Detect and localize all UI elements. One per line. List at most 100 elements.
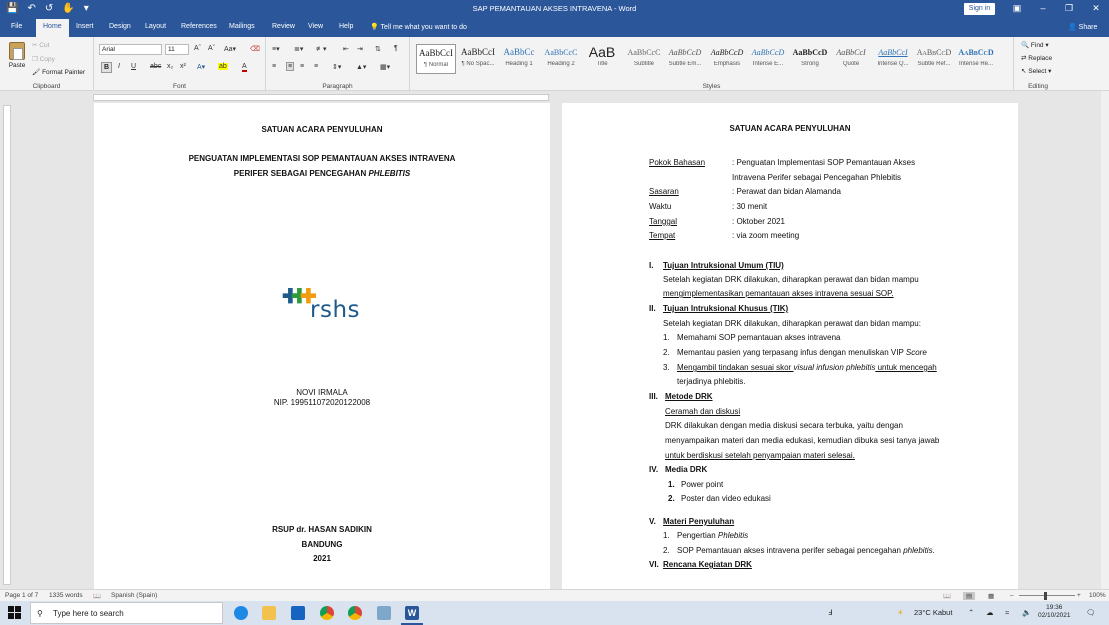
zoom-out-icon[interactable]: – xyxy=(1010,592,1014,599)
italic-icon[interactable]: I xyxy=(118,63,120,70)
wifi-icon[interactable]: ≈ xyxy=(1005,608,1009,617)
style-strong[interactable]: AaBbCcD Strong xyxy=(790,44,830,74)
tab-references[interactable]: References xyxy=(181,23,217,30)
format-painter-button[interactable]: 🖌 Format Painter xyxy=(32,68,85,76)
ribbon-display-icon[interactable]: ▣ xyxy=(1010,3,1024,14)
show-hidden-icons-icon[interactable]: ⌃ xyxy=(968,608,974,617)
web-layout-icon[interactable]: ▦ xyxy=(988,592,994,600)
weather-icon[interactable]: ☀ xyxy=(897,608,904,617)
notifications-icon[interactable]: 🗨 xyxy=(1086,608,1096,617)
style-intense-reference[interactable]: AaBbCcD Intense Re... xyxy=(956,44,996,74)
page-content[interactable]: SATUAN ACARA PENYULUHAN Pokok Bahasan : … xyxy=(562,103,1018,589)
tab-home[interactable]: Home xyxy=(36,19,69,37)
page-cover[interactable]: SATUAN ACARA PENYULUHAN PENGUATAN IMPLEM… xyxy=(94,103,550,589)
font-color-icon[interactable]: A xyxy=(242,63,247,72)
weather-status[interactable]: 23°C Kabut xyxy=(914,608,952,617)
tab-file[interactable]: File xyxy=(11,23,22,30)
tab-insert[interactable]: Insert xyxy=(76,23,94,30)
align-left-icon[interactable]: ≡ xyxy=(272,63,276,70)
increase-indent-icon[interactable]: ⇥ xyxy=(357,45,363,53)
print-layout-icon[interactable]: ▤ xyxy=(963,592,976,600)
horizontal-ruler[interactable] xyxy=(93,94,549,101)
style-intense-quote[interactable]: AaBbCcI Intense Q... xyxy=(873,44,913,74)
proofing-icon[interactable]: 📖 xyxy=(93,592,101,600)
page-count[interactable]: Page 1 of 7 xyxy=(5,592,38,599)
paste-button[interactable]: Paste xyxy=(6,42,28,69)
bullets-icon[interactable]: ≡▾ xyxy=(272,45,280,53)
show-marks-icon[interactable]: ¶ xyxy=(394,45,398,52)
style-quote[interactable]: AaBbCcI Quote xyxy=(831,44,871,74)
vertical-ruler[interactable] xyxy=(3,105,11,585)
clear-formatting-icon[interactable]: ⌫ xyxy=(250,45,260,53)
mail-icon[interactable] xyxy=(291,606,305,620)
align-center-icon[interactable]: ≡ xyxy=(286,62,295,71)
style-normal[interactable]: AaBbCcI ¶ Normal xyxy=(416,44,456,74)
language-status[interactable]: Spanish (Spain) xyxy=(111,592,157,599)
style-no-spacing[interactable]: AaBbCcI ¶ No Spac... xyxy=(458,44,498,74)
sign-in-button[interactable]: Sign in xyxy=(964,3,995,15)
font-name-box[interactable]: Arial xyxy=(99,44,162,55)
font-size-box[interactable]: 11 xyxy=(165,44,189,55)
pen-icon[interactable]: Ⅎ xyxy=(828,608,832,617)
change-case-icon[interactable]: Aa▾ xyxy=(224,45,236,53)
style-subtle-emphasis[interactable]: AaBbCcD Subtle Em... xyxy=(665,44,705,74)
justify-icon[interactable]: ≡ xyxy=(314,63,318,70)
edge-browser-icon[interactable] xyxy=(234,606,248,620)
shrink-font-icon[interactable]: Aˇ xyxy=(208,45,215,52)
subscript-icon[interactable]: x₂ xyxy=(167,63,173,70)
find-button[interactable]: 🔍 Find ▾ xyxy=(1021,41,1049,49)
decrease-indent-icon[interactable]: ⇤ xyxy=(343,45,349,53)
tab-view[interactable]: View xyxy=(308,23,323,30)
restore-icon[interactable]: ❐ xyxy=(1062,3,1076,14)
text-effects-icon[interactable]: A▾ xyxy=(197,63,205,71)
close-icon[interactable]: ✕ xyxy=(1089,3,1103,14)
style-heading-2[interactable]: AaBbCcC Heading 2 xyxy=(541,44,581,74)
share-button[interactable]: 👤 Share xyxy=(1068,23,1097,31)
style-emphasis[interactable]: AaBbCcD Emphasis xyxy=(707,44,747,74)
chrome-profile-icon[interactable] xyxy=(348,606,362,620)
tab-review[interactable]: Review xyxy=(272,23,295,30)
zoom-level[interactable]: 100% xyxy=(1089,592,1106,599)
word-app-icon[interactable]: W xyxy=(405,606,419,620)
windows-start-icon[interactable] xyxy=(8,606,21,619)
word-count[interactable]: 1335 words xyxy=(49,592,83,599)
grow-font-icon[interactable]: Aˆ xyxy=(194,45,201,52)
strikethrough-icon[interactable]: abc xyxy=(150,63,161,70)
taskbar-clock[interactable]: 19:36 02/10/2021 xyxy=(1038,604,1071,620)
highlight-icon[interactable]: ab xyxy=(218,63,228,70)
superscript-icon[interactable]: x² xyxy=(180,63,186,70)
volume-icon[interactable]: 🔈 xyxy=(1022,608,1031,617)
line-spacing-icon[interactable]: ⇕▾ xyxy=(332,63,341,71)
read-mode-icon[interactable]: 📖 xyxy=(943,592,951,600)
zoom-slider[interactable] xyxy=(1019,595,1075,596)
zoom-slider-thumb[interactable] xyxy=(1044,592,1047,600)
align-right-icon[interactable]: ≡ xyxy=(300,63,304,70)
select-button[interactable]: ↖ Select ▾ xyxy=(1021,67,1051,75)
style-title[interactable]: AaB Title xyxy=(582,44,622,74)
bold-button[interactable]: B xyxy=(101,62,112,73)
style-subtle-reference[interactable]: AaBbCcD Subtle Ref... xyxy=(914,44,954,74)
taskbar-search-input[interactable]: ⚲ Type here to search xyxy=(30,602,223,624)
sort-icon[interactable]: ⇅ xyxy=(375,45,381,53)
tab-help[interactable]: Help xyxy=(339,23,353,30)
vertical-scrollbar[interactable] xyxy=(1101,91,1109,589)
borders-icon[interactable]: ▦▾ xyxy=(380,63,390,71)
onedrive-icon[interactable]: ☁ xyxy=(986,608,994,617)
chrome-icon[interactable] xyxy=(320,606,334,620)
tab-mailings[interactable]: Mailings xyxy=(229,23,255,30)
style-heading-1[interactable]: AaBbCc Heading 1 xyxy=(499,44,539,74)
numbering-icon[interactable]: ≣▾ xyxy=(294,45,303,53)
replace-button[interactable]: ⇄ Replace xyxy=(1021,54,1052,62)
minimize-icon[interactable]: – xyxy=(1036,3,1050,13)
style-intense-emphasis[interactable]: AaBbCcD Intense E... xyxy=(748,44,788,74)
cut-button[interactable]: ✂ Cut xyxy=(32,41,49,49)
file-explorer-icon[interactable] xyxy=(262,606,276,620)
copy-button[interactable]: ❐ Copy xyxy=(32,55,55,63)
multilevel-list-icon[interactable]: ≢▾ xyxy=(316,45,327,53)
tell-me-search[interactable]: 💡 Tell me what you want to do xyxy=(370,23,467,31)
style-subtitle[interactable]: AaBbCcC Subtitle xyxy=(624,44,664,74)
app-icon[interactable] xyxy=(377,606,391,620)
zoom-in-icon[interactable]: + xyxy=(1077,592,1081,599)
tab-layout[interactable]: Layout xyxy=(145,23,166,30)
tab-design[interactable]: Design xyxy=(109,23,131,30)
